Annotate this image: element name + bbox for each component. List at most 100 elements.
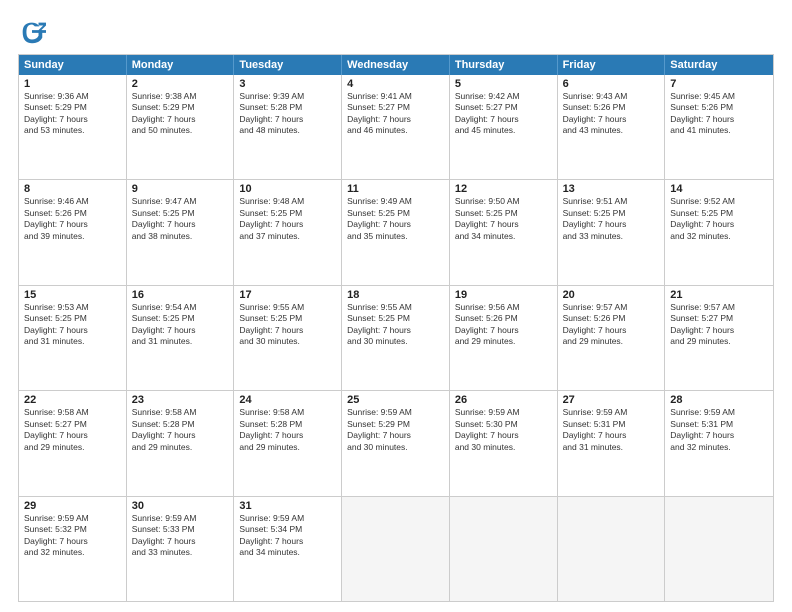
daylight-text: Daylight: 7 hours xyxy=(24,219,121,230)
calendar-cell-12: 12 Sunrise: 9:50 AM Sunset: 5:25 PM Dayl… xyxy=(450,180,558,284)
daylight-text: Daylight: 7 hours xyxy=(24,536,121,547)
daylight-minutes: and 30 minutes. xyxy=(239,336,336,347)
daylight-minutes: and 41 minutes. xyxy=(670,125,768,136)
sunset-text: Sunset: 5:33 PM xyxy=(132,524,229,535)
day-number: 8 xyxy=(24,183,121,195)
calendar-cell-21: 21 Sunrise: 9:57 AM Sunset: 5:27 PM Dayl… xyxy=(665,286,773,390)
calendar-row: 1 Sunrise: 9:36 AM Sunset: 5:29 PM Dayli… xyxy=(19,75,773,179)
calendar: SundayMondayTuesdayWednesdayThursdayFrid… xyxy=(18,54,774,602)
day-number: 26 xyxy=(455,394,552,406)
sunset-text: Sunset: 5:34 PM xyxy=(239,524,336,535)
day-number: 14 xyxy=(670,183,768,195)
daylight-text: Daylight: 7 hours xyxy=(563,325,660,336)
sunrise-text: Sunrise: 9:41 AM xyxy=(347,91,444,102)
daylight-text: Daylight: 7 hours xyxy=(670,114,768,125)
daylight-minutes: and 32 minutes. xyxy=(24,547,121,558)
day-header-tuesday: Tuesday xyxy=(234,55,342,75)
day-number: 15 xyxy=(24,289,121,301)
daylight-minutes: and 29 minutes. xyxy=(24,442,121,453)
sunrise-text: Sunrise: 9:59 AM xyxy=(455,407,552,418)
day-header-saturday: Saturday xyxy=(665,55,773,75)
day-number: 10 xyxy=(239,183,336,195)
sunset-text: Sunset: 5:26 PM xyxy=(670,102,768,113)
daylight-text: Daylight: 7 hours xyxy=(563,430,660,441)
calendar-cell-7: 7 Sunrise: 9:45 AM Sunset: 5:26 PM Dayli… xyxy=(665,75,773,179)
calendar-cell-24: 24 Sunrise: 9:58 AM Sunset: 5:28 PM Dayl… xyxy=(234,391,342,495)
day-number: 27 xyxy=(563,394,660,406)
sunrise-text: Sunrise: 9:52 AM xyxy=(670,196,768,207)
daylight-text: Daylight: 7 hours xyxy=(239,114,336,125)
day-number: 11 xyxy=(347,183,444,195)
calendar-row: 15 Sunrise: 9:53 AM Sunset: 5:25 PM Dayl… xyxy=(19,285,773,390)
sunrise-text: Sunrise: 9:39 AM xyxy=(239,91,336,102)
calendar-cell-10: 10 Sunrise: 9:48 AM Sunset: 5:25 PM Dayl… xyxy=(234,180,342,284)
sunset-text: Sunset: 5:25 PM xyxy=(132,313,229,324)
daylight-minutes: and 34 minutes. xyxy=(239,547,336,558)
sunrise-text: Sunrise: 9:59 AM xyxy=(670,407,768,418)
sunset-text: Sunset: 5:25 PM xyxy=(24,313,121,324)
day-number: 7 xyxy=(670,78,768,90)
sunrise-text: Sunrise: 9:53 AM xyxy=(24,302,121,313)
daylight-minutes: and 46 minutes. xyxy=(347,125,444,136)
calendar-cell-31: 31 Sunrise: 9:59 AM Sunset: 5:34 PM Dayl… xyxy=(234,497,342,601)
calendar-cell-18: 18 Sunrise: 9:55 AM Sunset: 5:25 PM Dayl… xyxy=(342,286,450,390)
sunrise-text: Sunrise: 9:59 AM xyxy=(239,513,336,524)
sunset-text: Sunset: 5:30 PM xyxy=(455,419,552,430)
daylight-text: Daylight: 7 hours xyxy=(670,325,768,336)
daylight-minutes: and 32 minutes. xyxy=(670,442,768,453)
sunrise-text: Sunrise: 9:58 AM xyxy=(239,407,336,418)
daylight-text: Daylight: 7 hours xyxy=(670,430,768,441)
calendar-cell-23: 23 Sunrise: 9:58 AM Sunset: 5:28 PM Dayl… xyxy=(127,391,235,495)
day-number: 9 xyxy=(132,183,229,195)
sunset-text: Sunset: 5:25 PM xyxy=(347,208,444,219)
daylight-minutes: and 31 minutes. xyxy=(24,336,121,347)
sunrise-text: Sunrise: 9:57 AM xyxy=(563,302,660,313)
daylight-minutes: and 48 minutes. xyxy=(239,125,336,136)
calendar-cell-6: 6 Sunrise: 9:43 AM Sunset: 5:26 PM Dayli… xyxy=(558,75,666,179)
calendar-cell-5: 5 Sunrise: 9:42 AM Sunset: 5:27 PM Dayli… xyxy=(450,75,558,179)
daylight-minutes: and 37 minutes. xyxy=(239,231,336,242)
calendar-cell-empty xyxy=(342,497,450,601)
daylight-minutes: and 29 minutes. xyxy=(132,442,229,453)
calendar-cell-16: 16 Sunrise: 9:54 AM Sunset: 5:25 PM Dayl… xyxy=(127,286,235,390)
day-number: 18 xyxy=(347,289,444,301)
sunrise-text: Sunrise: 9:45 AM xyxy=(670,91,768,102)
daylight-minutes: and 30 minutes. xyxy=(455,442,552,453)
sunrise-text: Sunrise: 9:59 AM xyxy=(347,407,444,418)
calendar-cell-19: 19 Sunrise: 9:56 AM Sunset: 5:26 PM Dayl… xyxy=(450,286,558,390)
sunrise-text: Sunrise: 9:50 AM xyxy=(455,196,552,207)
calendar-cell-20: 20 Sunrise: 9:57 AM Sunset: 5:26 PM Dayl… xyxy=(558,286,666,390)
calendar-cell-4: 4 Sunrise: 9:41 AM Sunset: 5:27 PM Dayli… xyxy=(342,75,450,179)
daylight-minutes: and 45 minutes. xyxy=(455,125,552,136)
calendar-cell-empty xyxy=(665,497,773,601)
daylight-text: Daylight: 7 hours xyxy=(455,219,552,230)
daylight-minutes: and 33 minutes. xyxy=(132,547,229,558)
daylight-text: Daylight: 7 hours xyxy=(670,219,768,230)
day-number: 31 xyxy=(239,500,336,512)
daylight-text: Daylight: 7 hours xyxy=(239,325,336,336)
daylight-text: Daylight: 7 hours xyxy=(24,430,121,441)
sunset-text: Sunset: 5:25 PM xyxy=(455,208,552,219)
daylight-text: Daylight: 7 hours xyxy=(455,325,552,336)
sunset-text: Sunset: 5:28 PM xyxy=(132,419,229,430)
sunset-text: Sunset: 5:27 PM xyxy=(670,313,768,324)
day-number: 6 xyxy=(563,78,660,90)
day-number: 12 xyxy=(455,183,552,195)
sunset-text: Sunset: 5:26 PM xyxy=(24,208,121,219)
sunset-text: Sunset: 5:27 PM xyxy=(455,102,552,113)
day-number: 1 xyxy=(24,78,121,90)
calendar-cell-2: 2 Sunrise: 9:38 AM Sunset: 5:29 PM Dayli… xyxy=(127,75,235,179)
sunrise-text: Sunrise: 9:42 AM xyxy=(455,91,552,102)
daylight-minutes: and 30 minutes. xyxy=(347,336,444,347)
daylight-minutes: and 35 minutes. xyxy=(347,231,444,242)
calendar-cell-14: 14 Sunrise: 9:52 AM Sunset: 5:25 PM Dayl… xyxy=(665,180,773,284)
sunrise-text: Sunrise: 9:55 AM xyxy=(239,302,336,313)
daylight-text: Daylight: 7 hours xyxy=(24,325,121,336)
sunset-text: Sunset: 5:29 PM xyxy=(347,419,444,430)
daylight-minutes: and 32 minutes. xyxy=(670,231,768,242)
day-number: 3 xyxy=(239,78,336,90)
sunrise-text: Sunrise: 9:51 AM xyxy=(563,196,660,207)
day-number: 24 xyxy=(239,394,336,406)
calendar-cell-13: 13 Sunrise: 9:51 AM Sunset: 5:25 PM Dayl… xyxy=(558,180,666,284)
daylight-text: Daylight: 7 hours xyxy=(347,325,444,336)
